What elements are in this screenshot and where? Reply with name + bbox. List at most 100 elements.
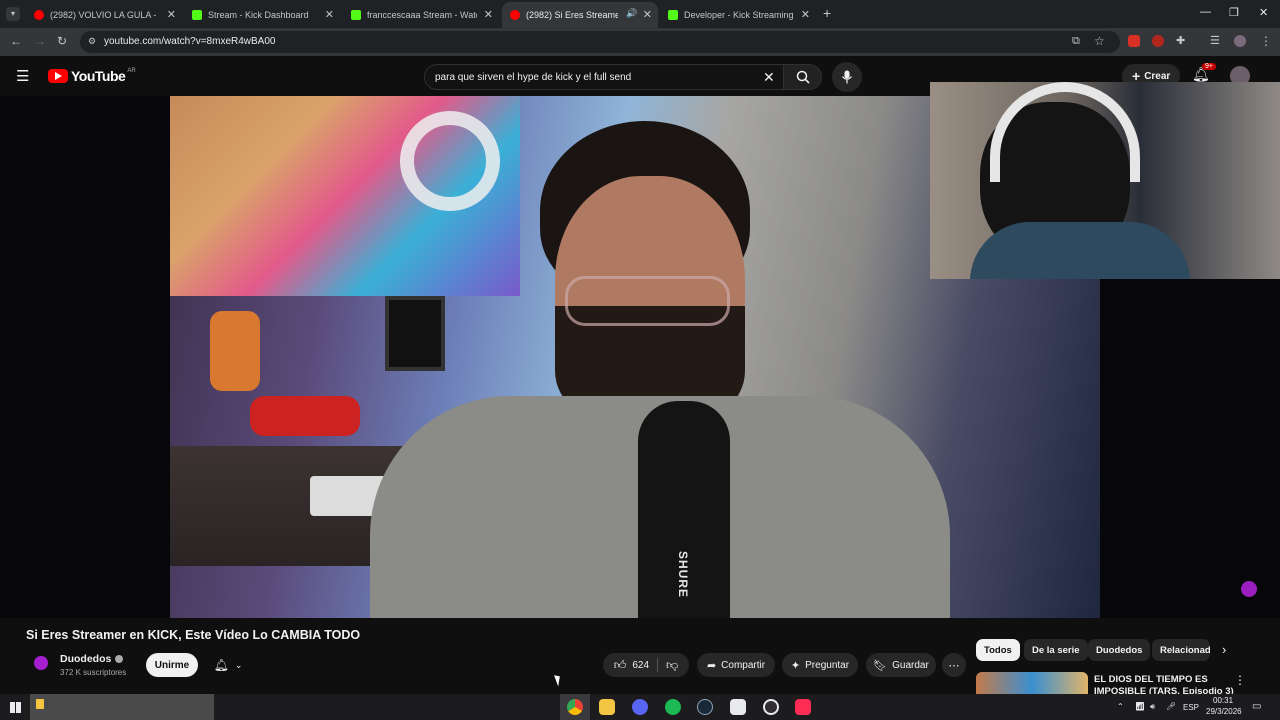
obs-taskbar-icon[interactable] <box>763 699 779 715</box>
chevron-right-icon[interactable]: › <box>1222 642 1226 657</box>
share-button[interactable]: ➦ Compartir <box>697 653 775 677</box>
install-app-icon[interactable]: ⧉ <box>1072 35 1080 48</box>
youtube-favicon-icon <box>510 10 520 20</box>
close-tab-icon[interactable]: ✕ <box>484 8 493 21</box>
channel-name-text: Duodedos <box>60 653 112 665</box>
chip-channel[interactable]: Duodedos <box>1088 639 1151 661</box>
search-input[interactable]: para que sirven el hype de kick y el ful… <box>424 64 784 90</box>
back-icon[interactable]: ← <box>10 34 22 48</box>
windows-taskbar: ⌃ 📶︎ 🔊︎ 🎤︎ ESP 00:31 29/3/2026 ▭ <box>0 694 1280 720</box>
chrome-taskbar-icon[interactable] <box>567 699 583 715</box>
bell-icon: 🔔︎ <box>213 658 229 672</box>
browser-tab-5[interactable]: Developer - Kick Streaming ✕ <box>660 2 816 28</box>
extension-red-icon[interactable] <box>1128 35 1140 47</box>
browser-tab-3[interactable]: franccescaaa Stream - Watch Live ✕ <box>343 2 499 28</box>
extensions-puzzle-icon[interactable]: ✚ <box>1176 34 1185 47</box>
start-windows-icon[interactable] <box>10 702 21 713</box>
join-button[interactable]: Unirme <box>146 653 198 677</box>
file-explorer-taskbar-icon[interactable] <box>599 699 615 715</box>
browser-toolbar: ← → ↻ ⚙ youtube.com/watch?v=8mxeR4wBA00 … <box>0 28 1280 56</box>
more-actions-button[interactable]: ⋯ <box>942 653 966 677</box>
address-bar[interactable]: ⚙ youtube.com/watch?v=8mxeR4wBA00 ⧉ ☆ <box>80 31 1120 53</box>
profile-avatar-icon[interactable] <box>1234 35 1246 47</box>
tray-chevron-icon[interactable]: ⌃ <box>1117 702 1124 711</box>
join-label: Unirme <box>154 659 190 671</box>
tab-title: franccescaaa Stream - Watch Live <box>367 10 477 20</box>
maximize-icon[interactable]: ❐ <box>1229 6 1239 19</box>
spotify-taskbar-icon[interactable] <box>665 699 681 715</box>
tiktok-taskbar-icon[interactable] <box>795 699 811 715</box>
subscribed-bell-button[interactable]: 🔔︎ ⌄ <box>204 653 252 677</box>
save-button[interactable]: 🔖︎ Guardar <box>866 653 936 677</box>
forward-icon[interactable]: → <box>34 34 46 48</box>
tray-mic-icon[interactable]: 🎤︎ <box>1166 702 1176 711</box>
browser-tab-1[interactable]: (2982) VOLVIO LA GULA - YouTube ✕ <box>26 2 182 28</box>
kick-favicon-icon <box>192 10 202 20</box>
verified-icon <box>115 655 124 663</box>
tab-search-button[interactable]: ▾ <box>6 7 20 21</box>
like-dislike-group: 👍︎ 624 👎︎ <box>603 653 689 677</box>
webcam-headphones <box>990 82 1140 182</box>
clock-time[interactable]: 00:31 <box>1213 696 1233 705</box>
like-button[interactable]: 👍︎ 624 <box>614 658 649 673</box>
close-tab-icon[interactable]: ✕ <box>643 8 652 21</box>
audio-playing-icon[interactable]: 🔊 <box>626 8 637 19</box>
floating-extension-icon[interactable] <box>1241 581 1257 597</box>
search-query-text[interactable]: para que sirven el hype de kick y el ful… <box>435 72 631 83</box>
browser-tab-2[interactable]: Stream - Kick Dashboard ✕ <box>184 2 340 28</box>
video-title: Si Eres Streamer en KICK, Este Vídeo Lo … <box>26 628 361 642</box>
discord-taskbar-icon[interactable] <box>632 699 648 715</box>
share-icon: ➦ <box>706 659 717 672</box>
close-tab-icon[interactable]: ✕ <box>167 8 176 21</box>
chrome-menu-icon[interactable]: ⋮ <box>1260 34 1272 48</box>
hamburger-menu-icon[interactable]: ☰ <box>16 67 29 85</box>
next-video-title[interactable]: EL DIOS DEL TIEMPO ES IMPOSIBLE (TARS, E… <box>1094 674 1234 694</box>
app-taskbar-icon[interactable] <box>730 699 746 715</box>
reload-icon[interactable]: ↻ <box>57 34 67 48</box>
next-video-menu-icon[interactable]: ⋮ <box>1234 673 1246 687</box>
chip-related[interactable]: Relacionados <box>1152 639 1210 661</box>
clock-date[interactable]: 29/3/2026 <box>1206 707 1242 716</box>
browser-tab-4[interactable]: (2982) Si Eres Streamer en KICK 🔊 ✕ <box>502 2 658 28</box>
extension-profile-icon[interactable] <box>1152 35 1164 47</box>
file-icon[interactable] <box>36 699 44 709</box>
clear-search-icon[interactable]: ✕ <box>763 69 775 86</box>
close-tab-icon[interactable]: ✕ <box>801 8 810 21</box>
minimize-icon[interactable]: — <box>1200 6 1211 18</box>
reading-list-icon[interactable]: ☰ <box>1210 34 1220 47</box>
tab-title: Stream - Kick Dashboard <box>208 10 309 20</box>
tray-volume-icon[interactable]: 🔊︎ <box>1150 702 1155 712</box>
bookmark-star-icon[interactable]: ☆ <box>1094 34 1105 48</box>
next-video-thumbnail[interactable] <box>976 672 1088 694</box>
ask-button[interactable]: ✦ Preguntar <box>782 653 858 677</box>
channel-name[interactable]: Duodedos <box>60 653 124 665</box>
close-tab-icon[interactable]: ✕ <box>325 8 334 21</box>
microphone: SHURE <box>638 401 730 618</box>
youtube-logo[interactable]: YouTube AR <box>48 68 136 84</box>
dislike-button[interactable]: 👎︎ <box>666 658 678 673</box>
input-language[interactable]: ESP <box>1183 703 1199 712</box>
search-button[interactable] <box>784 64 822 90</box>
share-label: Compartir <box>721 659 766 671</box>
microphone-brand: SHURE <box>676 551 690 599</box>
country-code: AR <box>127 68 136 74</box>
close-window-icon[interactable]: ✕ <box>1259 6 1268 19</box>
steam-taskbar-icon[interactable] <box>697 699 713 715</box>
chip-series[interactable]: De la serie <box>1024 639 1088 661</box>
chevron-down-icon: ⌄ <box>234 659 243 670</box>
channel-avatar[interactable] <box>34 656 48 670</box>
ask-label: Preguntar <box>805 659 850 671</box>
voice-search-button[interactable] <box>832 62 862 92</box>
site-info-icon[interactable]: ⚙ <box>88 36 96 47</box>
youtube-favicon-icon <box>34 10 44 20</box>
photo-frame <box>385 296 445 371</box>
new-tab-icon[interactable]: + <box>823 5 831 21</box>
url-text[interactable]: youtube.com/watch?v=8mxeR4wBA00 <box>104 36 275 47</box>
create-label: Crear <box>1144 70 1171 82</box>
kick-favicon-icon <box>351 10 361 20</box>
microphone-icon <box>842 70 852 84</box>
chip-all[interactable]: Todos <box>976 639 1020 661</box>
notification-center-icon[interactable]: ▭ <box>1252 701 1261 712</box>
tab-title: Developer - Kick Streaming <box>684 10 794 20</box>
tray-network-icon[interactable]: 📶︎ <box>1135 702 1145 711</box>
